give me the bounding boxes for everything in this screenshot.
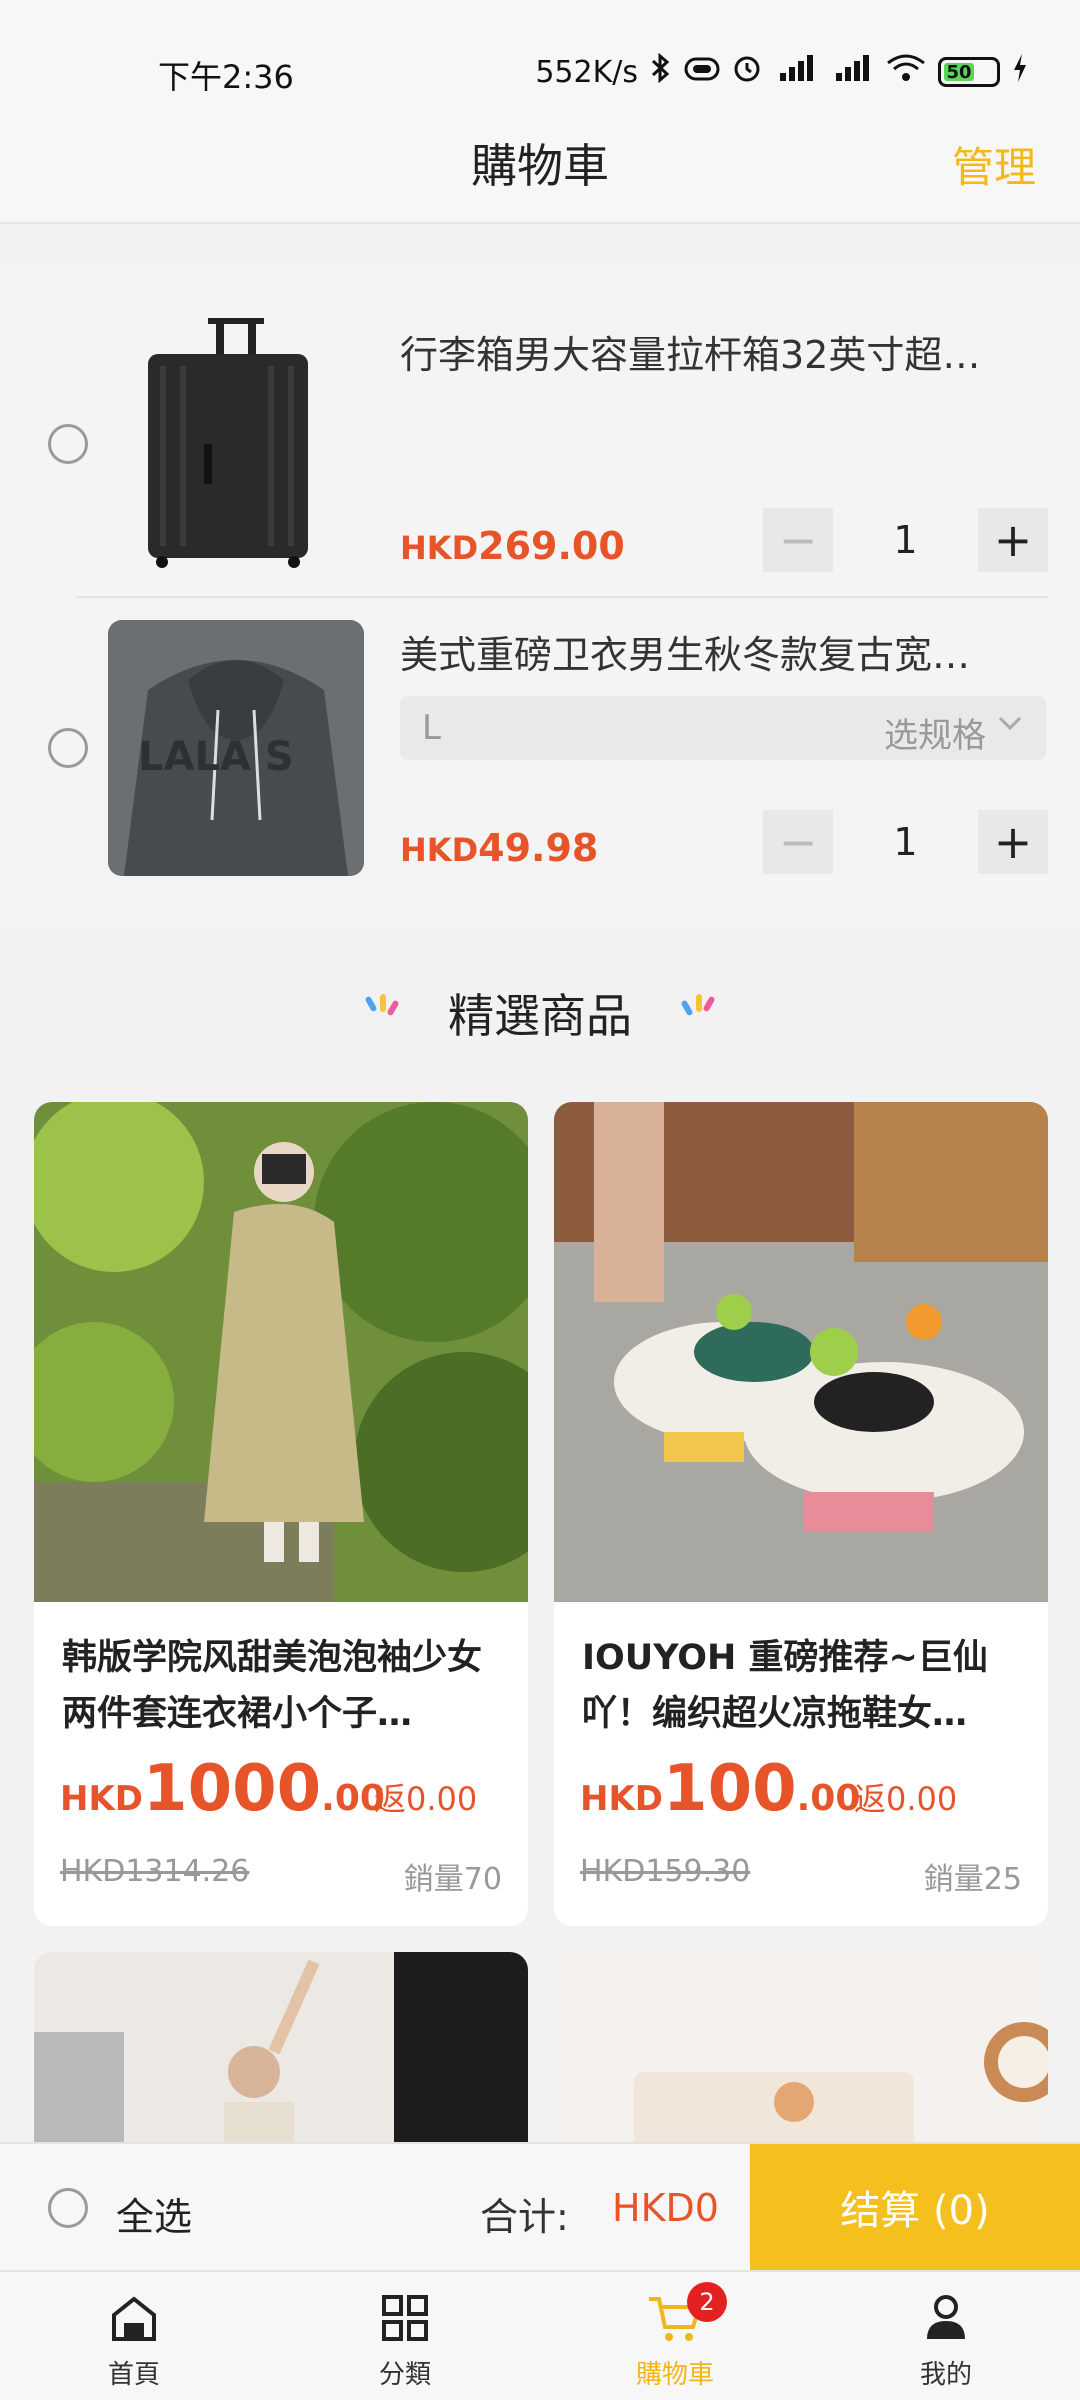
product-price: HKD49.98	[400, 826, 599, 870]
signal-icon-2	[830, 53, 874, 91]
quantity-value[interactable]: 1	[833, 820, 978, 864]
decrease-quantity-button[interactable]: −	[763, 508, 833, 572]
featured-title: 精選商品	[448, 989, 632, 1043]
product-card[interactable]: 韩版学院风甜美泡泡袖少女两件套连衣裙小个子… HKD1000.00 返0.00 …	[34, 1102, 528, 1926]
sparkle-icon	[678, 990, 718, 1030]
product-card[interactable]: IOUYOH 重磅推荐~巨仙吖！编织超火凉拖鞋女… HKD100.00 返0.0…	[554, 1102, 1048, 1926]
quantity-value[interactable]: 1	[833, 518, 978, 562]
hoodie-image: LALA S	[108, 620, 364, 876]
sales-count: 銷量25	[923, 1862, 1022, 1897]
cart-item: LALA S 美式重磅卫衣男生秋冬款复古宽… L 选规格 HKD49.98 − …	[0, 598, 1080, 928]
user-icon	[866, 2286, 1026, 2350]
checkout-button[interactable]: 结算 (0)	[750, 2144, 1080, 2270]
chevron-down-icon	[996, 704, 1024, 752]
decrease-quantity-button[interactable]: −	[763, 810, 833, 874]
product-image	[554, 1952, 1048, 2152]
product-title[interactable]: 行李箱男大容量拉杆箱32英寸超…	[400, 324, 1040, 379]
tab-cart[interactable]: 2 購物車	[595, 2282, 755, 2391]
product-image	[34, 1102, 528, 1602]
spec-value: L	[422, 708, 441, 748]
tab-category[interactable]: 分類	[325, 2286, 485, 2391]
total-label: 合计:	[480, 2195, 569, 2239]
charging-icon	[1012, 54, 1028, 90]
svg-text:LALA S: LALA S	[138, 734, 294, 780]
increase-quantity-button[interactable]: +	[978, 508, 1048, 572]
quantity-stepper: − 1 +	[763, 810, 1048, 874]
checkout-bar: 全选 合计: HKD0 结算 (0)	[0, 2142, 1080, 2270]
product-card[interactable]	[554, 1952, 1048, 2152]
product-price: HKD269.00	[400, 524, 625, 568]
select-all-label[interactable]: 全选	[116, 2186, 192, 2241]
product-image	[554, 1102, 1048, 1602]
grid-icon	[325, 2286, 485, 2350]
product-price: HKD100.00	[580, 1752, 861, 1826]
tab-profile[interactable]: 我的	[866, 2286, 1026, 2391]
product-thumbnail[interactable]	[108, 314, 364, 570]
app-header: 購物車 管理	[0, 100, 1080, 224]
battery-level: 50	[944, 62, 974, 83]
battery-icon: 50	[938, 57, 1000, 87]
spec-label: 选规格	[884, 716, 986, 756]
vibrate-icon	[684, 55, 720, 90]
original-price: HKD159.30	[580, 1854, 751, 1889]
tab-home[interactable]: 首頁	[54, 2286, 214, 2391]
product-image	[34, 1952, 528, 2152]
signal-icon	[774, 53, 818, 91]
page-title: 購物車	[471, 139, 609, 193]
rebate-label: 返0.00	[854, 1780, 958, 1818]
total-value: HKD0	[612, 2186, 719, 2230]
product-price: HKD1000.00	[60, 1752, 385, 1826]
spec-selector[interactable]: L 选规格	[400, 696, 1046, 760]
quantity-stepper: − 1 +	[763, 508, 1048, 572]
increase-quantity-button[interactable]: +	[978, 810, 1048, 874]
product-name: IOUYOH 重磅推荐~巨仙吖！编织超火凉拖鞋女…	[582, 1638, 988, 1734]
product-card[interactable]	[34, 1952, 528, 2152]
rebate-label: 返0.00	[374, 1780, 478, 1818]
cart-item: 行李箱男大容量拉杆箱32英寸超… HKD269.00 − 1 +	[0, 262, 1080, 592]
product-title[interactable]: 美式重磅卫衣男生秋冬款复古宽…	[400, 624, 1040, 679]
cart-badge: 2	[687, 2282, 727, 2322]
alarm-icon	[732, 53, 762, 91]
status-time: 下午2:36	[158, 58, 294, 96]
luggage-image	[148, 318, 308, 568]
tab-label: 分類	[378, 2360, 431, 2390]
cart-list: 行李箱男大容量拉杆箱32英寸超… HKD269.00 − 1 + LALA S …	[0, 262, 1080, 930]
bluetooth-icon	[650, 52, 672, 92]
home-icon	[54, 2286, 214, 2350]
tab-label: 我的	[919, 2360, 972, 2390]
select-all-checkbox[interactable]	[48, 2188, 88, 2228]
tab-label: 購物車	[635, 2360, 714, 2390]
network-speed: 552K/s	[535, 54, 638, 90]
status-icons: 552K/s 50	[535, 52, 1028, 92]
original-price: HKD1314.26	[60, 1854, 250, 1889]
wifi-icon	[886, 53, 926, 91]
cart-icon	[595, 2286, 755, 2350]
product-thumbnail[interactable]: LALA S	[108, 620, 364, 876]
sales-count: 銷量70	[403, 1862, 502, 1897]
cart-item-checkbox[interactable]	[48, 424, 88, 464]
product-name: 韩版学院风甜美泡泡袖少女两件套连衣裙小个子…	[62, 1638, 483, 1734]
bottom-tab-bar: 首頁 分類 2 購物車 我的	[0, 2270, 1080, 2400]
manage-button[interactable]: 管理	[952, 134, 1036, 195]
cart-item-checkbox[interactable]	[48, 728, 88, 768]
tab-label: 首頁	[107, 2360, 160, 2390]
